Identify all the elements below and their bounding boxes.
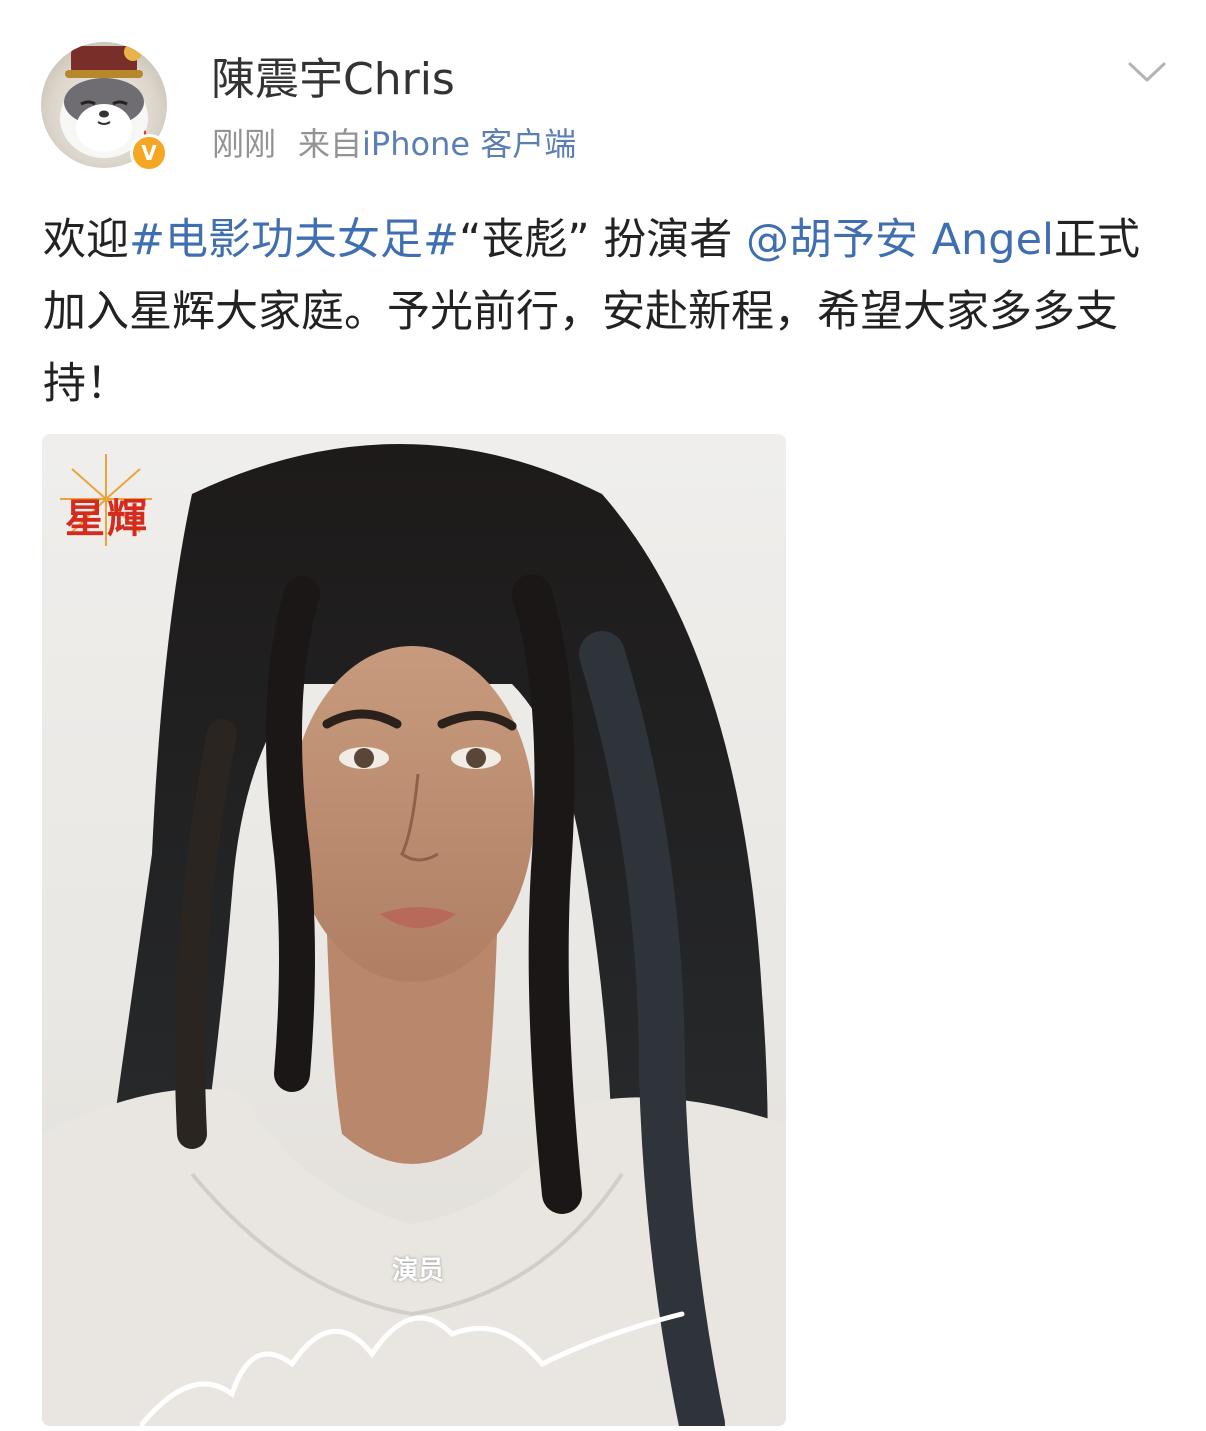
post-timestamp: 刚刚	[212, 125, 277, 163]
source-client-link[interactable]: iPhone 客户端	[362, 125, 576, 163]
post-meta: 刚刚 来自iPhone 客户端	[212, 124, 576, 164]
verified-badge-icon: V	[130, 134, 168, 172]
mention-link[interactable]: @胡予安 Angel	[746, 215, 1054, 265]
post-body: 欢迎#电影功夫女足#“丧彪” 扮演者 @胡予安 Angel正式加入星辉大家庭。予…	[43, 204, 1163, 420]
post-text-intro: 欢迎	[43, 215, 129, 265]
post-text-role: “丧彪” 扮演者	[459, 215, 746, 265]
studio-logo: 星輝	[65, 495, 149, 542]
author-name[interactable]: 陳震宇Chris	[211, 52, 455, 108]
chevron-down-icon[interactable]	[1126, 56, 1168, 88]
source-prefix: 来自	[298, 125, 363, 163]
post-header: V 陳震宇Chris 刚刚 来自iPhone 客户端	[0, 0, 1206, 190]
poster-role-label: 演员	[392, 1256, 445, 1286]
topic-hashtag-link[interactable]: #电影功夫女足#	[129, 215, 459, 265]
